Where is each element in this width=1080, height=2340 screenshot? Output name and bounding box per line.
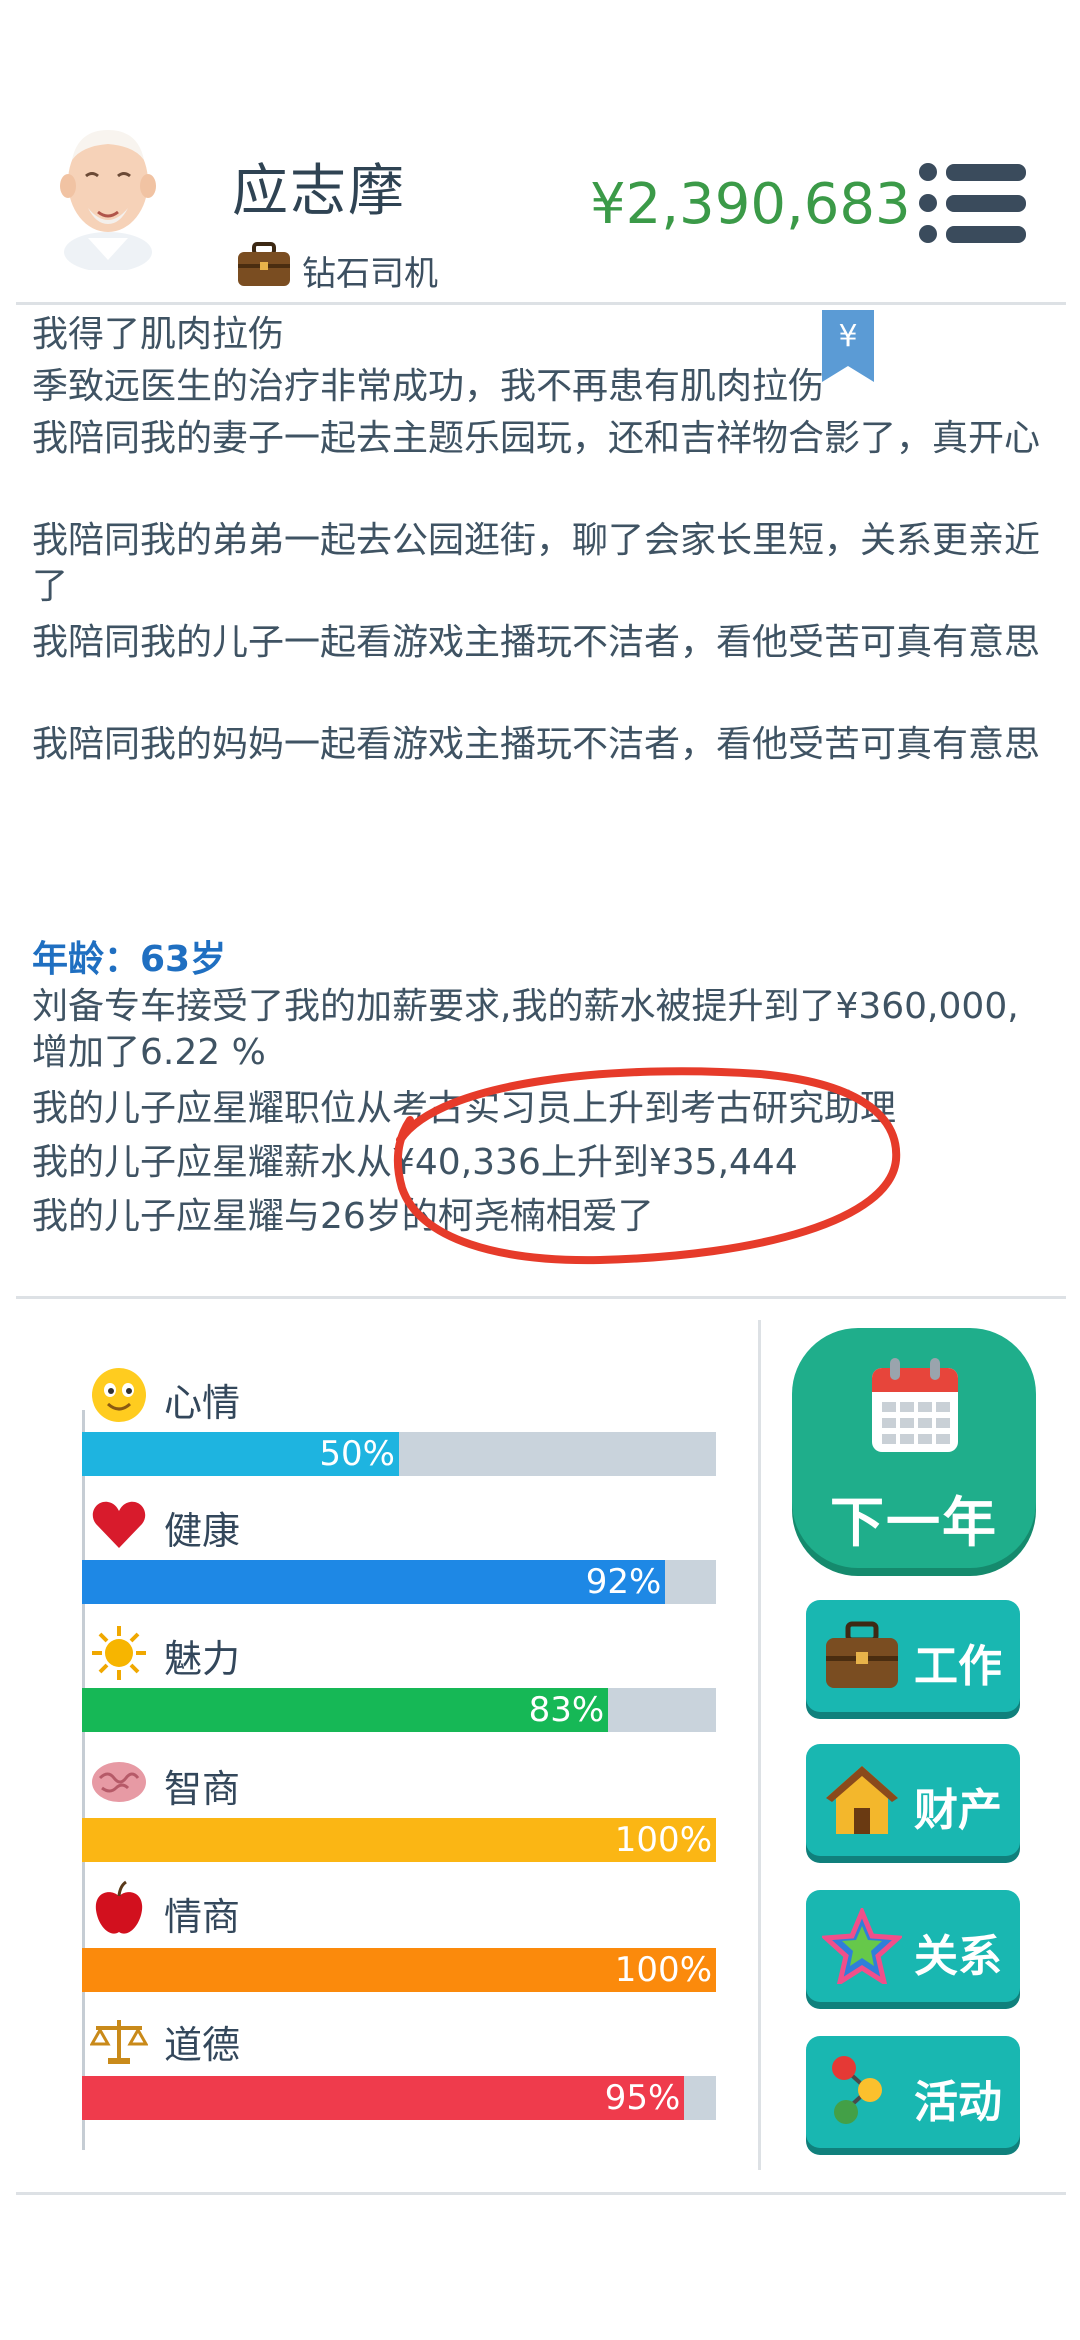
activities-label: 活动 (914, 2077, 1002, 2128)
eq-bar-value: 100% (614, 1950, 712, 1990)
activities-button[interactable]: 活动 (806, 2036, 1020, 2148)
morality-bar: 95% (82, 2076, 716, 2120)
section-divider (16, 1296, 1066, 1299)
mood-bar-fill: 50% (82, 1432, 399, 1476)
sun-icon (90, 1624, 148, 1682)
stat-label-eq: 情商 (164, 1895, 241, 1939)
briefcase-icon (236, 242, 292, 288)
activity-dots-icon (822, 2054, 902, 2130)
job-title: 钻石司机 (302, 254, 438, 294)
column-divider (758, 1320, 761, 2170)
log-line: 我得了肌肉拉伤 (32, 314, 285, 355)
stat-label-health: 健康 (164, 1509, 241, 1553)
stat-label-mood: 心情 (164, 1381, 241, 1425)
log-line: 我陪同我的儿子一起看游戏主播玩不洁者，看他受苦可真有意思 (32, 622, 1041, 663)
health-bar-value: 92% (585, 1562, 662, 1602)
work-button[interactable]: 工作 (806, 1600, 1020, 1712)
next-year-label: 下一年 (830, 1491, 998, 1554)
brain-icon (90, 1752, 148, 1810)
heart-icon (90, 1496, 148, 1554)
next-year-button[interactable]: 下一年 (792, 1328, 1036, 1568)
eq-bar: 100% (82, 1948, 716, 1992)
stat-label-charm: 魅力 (164, 1637, 241, 1681)
log-line: 我陪同我的妻子一起去主题乐园玩，还和吉祥物合影了，真开心 (32, 418, 1041, 459)
charm-bar-value: 83% (528, 1690, 605, 1730)
calendar-icon (870, 1358, 960, 1456)
scales-icon (89, 2012, 149, 2070)
stat-label-morality: 道德 (164, 2023, 241, 2067)
log-line: 我陪同我的妈妈一起看游戏主播玩不洁者，看他受苦可真有意思 (32, 724, 1041, 765)
age-header: 年龄：63岁 (32, 939, 227, 980)
relations-button[interactable]: 关系 (806, 1890, 1020, 2002)
smiley-icon (90, 1366, 148, 1424)
red-circle-annotation (380, 1060, 910, 1270)
avatar[interactable] (48, 120, 168, 272)
property-label: 财产 (914, 1785, 1002, 1836)
iq-bar: 100% (82, 1818, 716, 1862)
mood-bar: 50% (82, 1432, 716, 1476)
eq-bar-fill: 100% (82, 1948, 716, 1992)
briefcase-icon (822, 1618, 902, 1694)
house-icon (822, 1762, 902, 1838)
money-balance: ¥2,390,683 (590, 172, 911, 237)
morality-bar-value: 95% (604, 2078, 681, 2118)
apple-icon (90, 1880, 148, 1938)
morality-bar-fill: 95% (82, 2076, 685, 2120)
health-bar: 92% (82, 1560, 716, 1604)
stat-label-iq: 智商 (164, 1767, 241, 1811)
charm-bar-fill: 83% (82, 1688, 609, 1732)
log-line: 季致远医生的治疗非常成功，我不再患有肌肉拉伤 (32, 366, 825, 407)
charm-bar: 83% (82, 1688, 716, 1732)
bottom-divider (16, 2192, 1066, 2195)
iq-bar-fill: 100% (82, 1818, 716, 1862)
property-button[interactable]: 财产 (806, 1744, 1020, 1856)
menu-icon[interactable] (918, 160, 1028, 246)
log-line: 我陪同我的弟弟一起去公园逛街，聊了会家长里短，关系更亲近了 (32, 520, 1041, 607)
stats-axis-line (82, 1410, 85, 2150)
mood-bar-value: 50% (319, 1434, 395, 1474)
health-bar-fill: 92% (82, 1560, 666, 1604)
iq-bar-value: 100% (614, 1820, 712, 1860)
star-icon (819, 1905, 905, 1988)
work-label: 工作 (914, 1641, 1002, 1692)
player-name: 应志摩 (232, 159, 406, 224)
header-divider (16, 302, 1066, 305)
relations-label: 关系 (914, 1931, 1002, 1982)
